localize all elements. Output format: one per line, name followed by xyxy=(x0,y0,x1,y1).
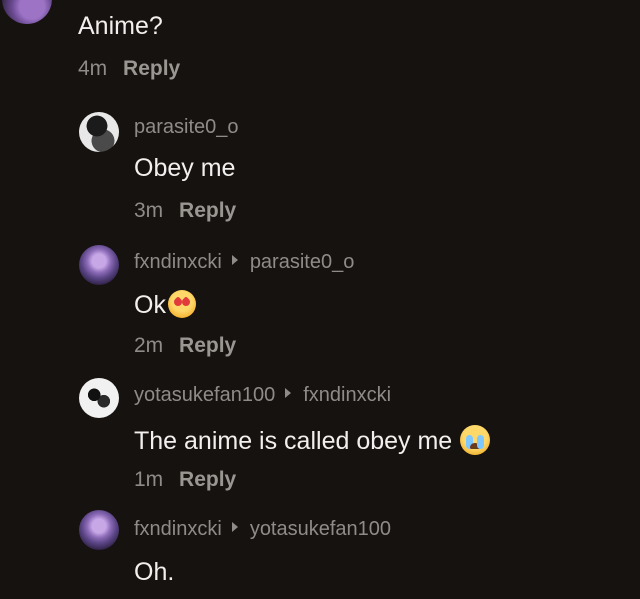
reply-arrow-icon xyxy=(285,388,292,398)
reply-time: 3m xyxy=(134,199,164,222)
parent-comment-time: 4m xyxy=(78,57,108,80)
reply-to-username[interactable]: fxndinxcki xyxy=(303,384,391,406)
reply-button[interactable]: Reply xyxy=(179,199,236,222)
reply-time: 1m xyxy=(134,468,164,491)
reply-text: The anime is called obey me xyxy=(134,427,453,455)
reply-text-row: Ok xyxy=(134,290,196,319)
reply-text: Ok xyxy=(134,291,166,319)
reply-user-line: fxndinxcki parasite0_o xyxy=(134,250,354,274)
parent-comment-meta: 4m Reply xyxy=(78,57,180,81)
reply-user-line: parasite0_o xyxy=(134,115,239,139)
reply-text: Oh. xyxy=(134,558,175,586)
reply-arrow-icon xyxy=(231,522,238,532)
reply-user-line: fxndinxcki yotasukefan100 xyxy=(134,517,391,541)
crying-face-emoji-icon xyxy=(460,425,491,455)
parasite-avatar[interactable] xyxy=(79,112,119,152)
reply-text-row: The anime is called obey me xyxy=(134,425,491,455)
fxndinxcki-avatar[interactable] xyxy=(79,245,119,285)
reply-meta: 3m Reply xyxy=(134,199,236,223)
reply-meta: 1m Reply xyxy=(134,468,236,492)
parent-comment-text: Anime? xyxy=(78,12,163,40)
reply-username[interactable]: yotasukefan100 xyxy=(134,384,275,406)
reply-username[interactable]: fxndinxcki xyxy=(134,251,222,273)
heart-eyes-emoji-icon xyxy=(167,290,196,318)
reply-meta: 2m Reply xyxy=(134,334,236,358)
reply-user-line: yotasukefan100 fxndinxcki xyxy=(134,383,391,407)
reply-text: Obey me xyxy=(134,154,236,182)
reply-button[interactable]: Reply xyxy=(179,468,236,491)
comment-thread: Anime? 4m Reply parasite0_o Obey me 3m R… xyxy=(0,0,640,599)
parent-comment-avatar[interactable] xyxy=(2,0,52,24)
yotasukefan100-avatar[interactable] xyxy=(79,378,119,418)
fxndinxcki-avatar[interactable] xyxy=(79,510,119,550)
reply-username[interactable]: parasite0_o xyxy=(134,116,239,138)
reply-arrow-icon xyxy=(231,255,238,265)
parent-comment-reply-button[interactable]: Reply xyxy=(123,57,180,80)
reply-username[interactable]: fxndinxcki xyxy=(134,518,222,540)
reply-button[interactable]: Reply xyxy=(179,334,236,357)
reply-to-username[interactable]: yotasukefan100 xyxy=(250,518,391,540)
reply-time: 2m xyxy=(134,334,164,357)
reply-to-username[interactable]: parasite0_o xyxy=(250,251,355,273)
